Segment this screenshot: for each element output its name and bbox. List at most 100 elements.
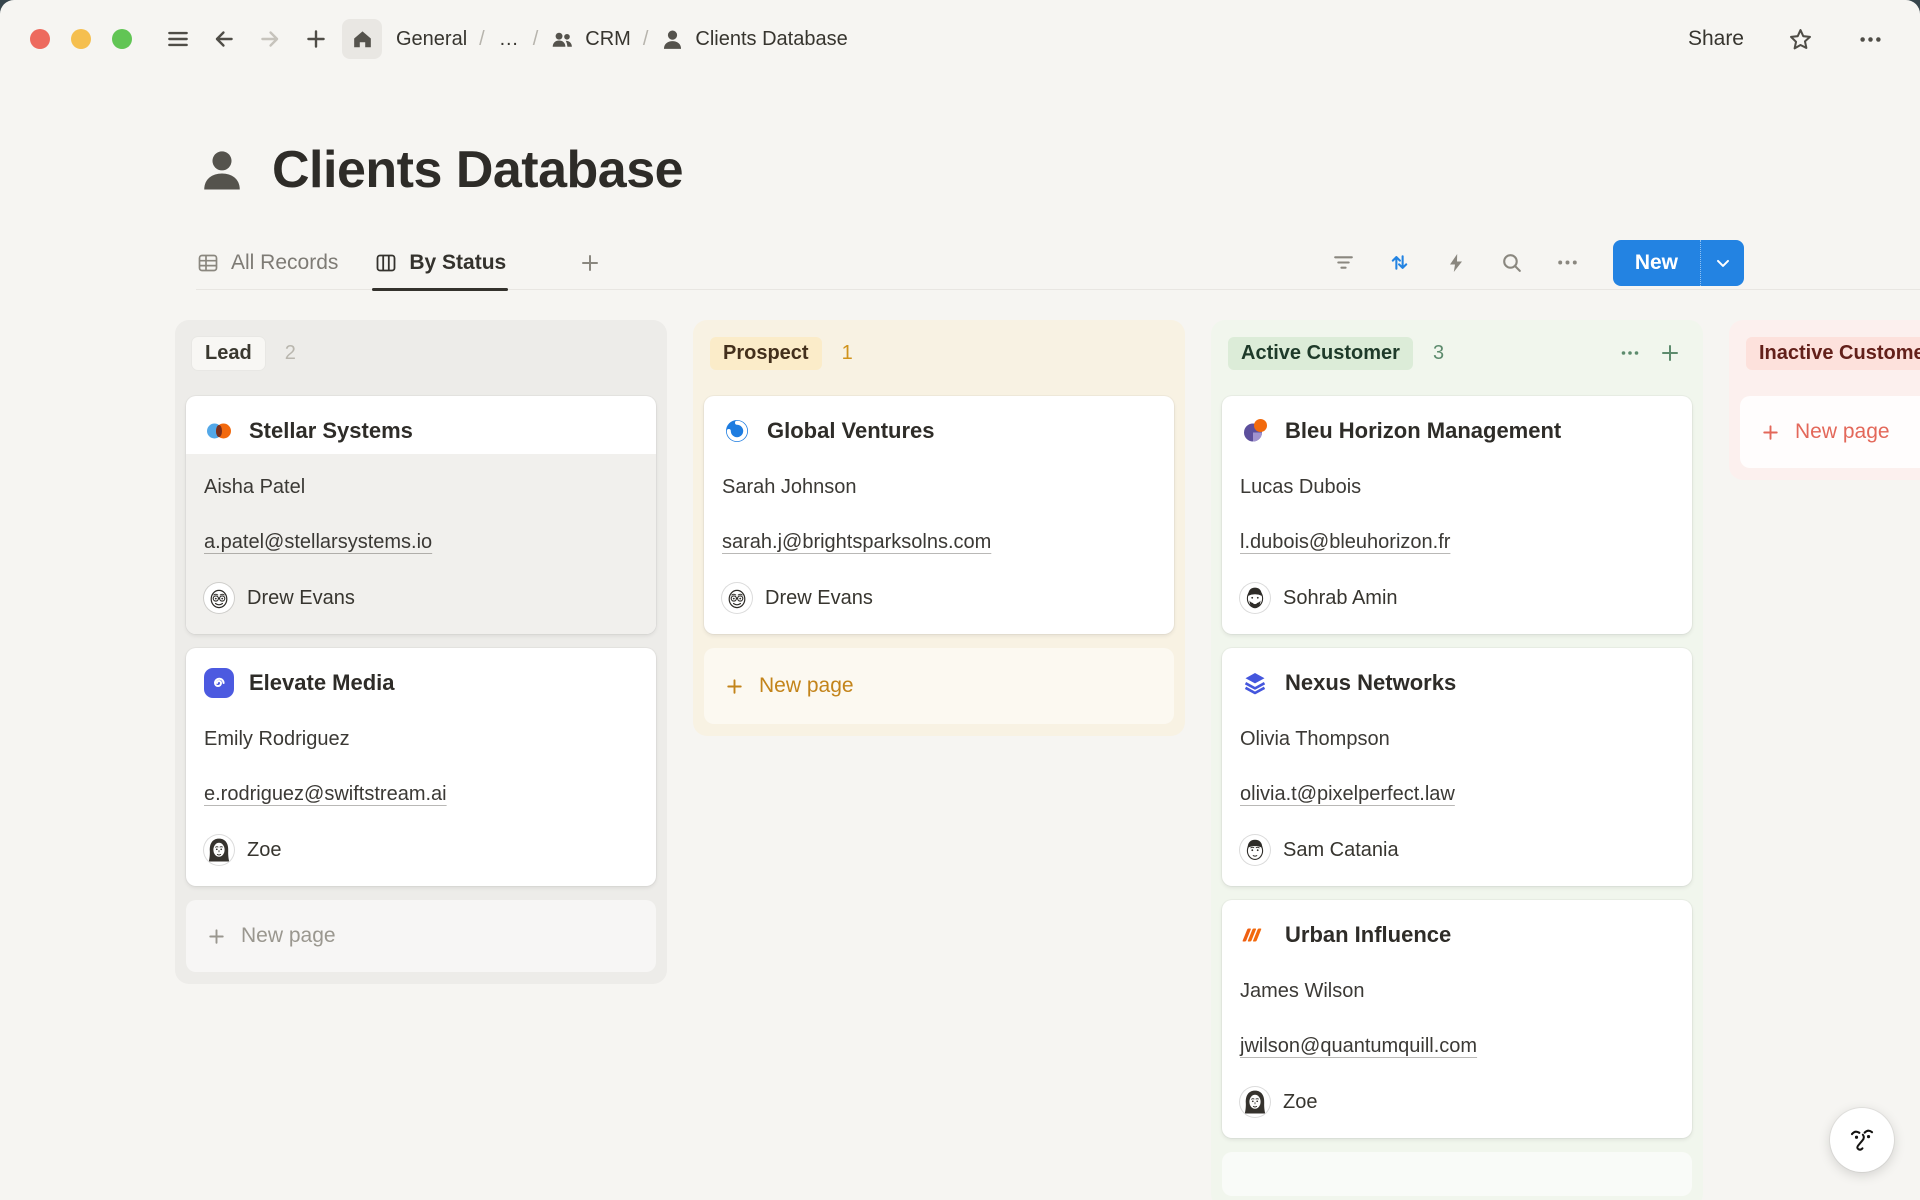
- breadcrumb-item-crm[interactable]: CRM: [550, 27, 631, 52]
- column-count: 3: [1433, 342, 1444, 365]
- minimize-window-button[interactable]: [71, 29, 91, 49]
- card-email[interactable]: a.patel@stellarsystems.io: [204, 515, 638, 570]
- card-email[interactable]: jwilson@quantumquill.com: [1240, 1019, 1674, 1074]
- topbar-actions: Share: [1682, 19, 1890, 59]
- plus-icon: [1658, 341, 1682, 365]
- card-urban-influence[interactable]: Urban Influence James Wilson jwilson@qua…: [1222, 900, 1692, 1138]
- card-owner: Sohrab Amin: [1240, 570, 1674, 616]
- card-stellar-systems[interactable]: Stellar Systems Aisha Patel a.patel@stel…: [186, 396, 656, 634]
- breadcrumb-item-clients-database[interactable]: Clients Database: [660, 27, 847, 52]
- breadcrumb-label: Clients Database: [695, 28, 847, 51]
- star-icon: [1787, 26, 1814, 53]
- zoom-window-button[interactable]: [112, 29, 132, 49]
- status-badge[interactable]: Active Customer: [1228, 337, 1413, 370]
- avatar: [204, 835, 234, 865]
- breadcrumb-separator: /: [643, 28, 649, 51]
- card-contact: Emily Rodriguez: [204, 712, 638, 767]
- card-contact: Lucas Dubois: [1240, 460, 1674, 515]
- card-bleu-horizon-management[interactable]: Bleu Horizon Management Lucas Dubois l.d…: [1222, 396, 1692, 634]
- search-icon: [1499, 250, 1524, 275]
- avatar: [1240, 835, 1270, 865]
- card-contact: Aisha Patel: [204, 460, 638, 515]
- home-icon: [350, 27, 375, 52]
- views-toolbar-row: All Records By Status: [196, 236, 1920, 290]
- avatar: [1240, 583, 1270, 613]
- view-tabs: All Records By Status: [196, 236, 610, 289]
- card-owner: Drew Evans: [722, 570, 1156, 616]
- card-global-ventures[interactable]: Global Ventures Sarah Johnson sarah.j@br…: [704, 396, 1174, 634]
- card-company: Stellar Systems: [249, 416, 413, 446]
- new-page-button-partial[interactable]: [1222, 1152, 1692, 1196]
- favorite-button[interactable]: [1780, 19, 1820, 59]
- card-properties: James Wilson jwilson@quantumquill.com Zo…: [1222, 958, 1692, 1138]
- filter-icon: [1331, 250, 1356, 275]
- board-column-active-customer: Active Customer 3 Bleu Horizon Managemen…: [1211, 320, 1703, 1200]
- table-view-icon: [196, 251, 220, 275]
- board-view-icon: [374, 251, 398, 275]
- back-icon: [211, 26, 237, 52]
- new-tab-plus-icon: [303, 26, 329, 52]
- filter-button[interactable]: [1323, 242, 1365, 284]
- card-owner: Zoe: [1240, 1074, 1674, 1120]
- traffic-lights: [30, 29, 132, 49]
- home-button[interactable]: [342, 19, 382, 59]
- card-email[interactable]: sarah.j@brightsparksolns.com: [722, 515, 1156, 570]
- card-owner: Sam Catania: [1240, 822, 1674, 868]
- new-page-button[interactable]: New page: [186, 900, 656, 972]
- column-add-button[interactable]: [1654, 337, 1686, 369]
- new-tab-button[interactable]: [296, 19, 336, 59]
- column-header: Inactive Customer: [1740, 332, 1920, 372]
- board-column-inactive-customer: Inactive Customer New page: [1729, 320, 1920, 480]
- tab-label: By Status: [409, 251, 506, 275]
- automations-button[interactable]: [1435, 242, 1477, 284]
- forward-icon: [257, 26, 283, 52]
- blue-spiral-icon: [204, 668, 234, 698]
- page-title: Clients Database: [272, 140, 683, 200]
- board-column-prospect: Prospect 1 Global Ventures Sarah Johnson…: [693, 320, 1185, 736]
- board-column-lead: Lead 2 Stellar Systems Aisha Patel a.pat…: [175, 320, 667, 984]
- new-record-dropdown[interactable]: [1700, 240, 1744, 286]
- card-elevate-media[interactable]: Elevate Media Emily Rodriguez e.rodrigue…: [186, 648, 656, 886]
- avatar: [1240, 1087, 1270, 1117]
- card-email[interactable]: olivia.t@pixelperfect.law: [1240, 767, 1674, 822]
- ai-face-icon: [1843, 1121, 1881, 1159]
- card-email[interactable]: l.dubois@bleuhorizon.fr: [1240, 515, 1674, 570]
- chevron-down-icon: [1713, 253, 1733, 273]
- venn-circles-icon: [204, 416, 234, 446]
- column-header: Lead 2: [186, 332, 656, 372]
- card-properties: Aisha Patel a.patel@stellarsystems.io Dr…: [186, 454, 656, 634]
- new-record-button[interactable]: New: [1613, 240, 1744, 286]
- column-options-button[interactable]: [1614, 337, 1646, 369]
- more-options-button[interactable]: [1850, 19, 1890, 59]
- tab-all-records[interactable]: All Records: [196, 236, 338, 289]
- breadcrumb-separator: /: [533, 28, 539, 51]
- sidebar-toggle-button[interactable]: [158, 19, 198, 59]
- new-page-button[interactable]: New page: [1740, 396, 1920, 468]
- close-window-button[interactable]: [30, 29, 50, 49]
- status-badge[interactable]: Lead: [192, 337, 265, 370]
- card-email[interactable]: e.rodriguez@swiftstream.ai: [204, 767, 638, 822]
- sort-button[interactable]: [1379, 242, 1421, 284]
- view-options-button[interactable]: [1547, 242, 1589, 284]
- column-count: 2: [285, 342, 296, 365]
- card-company: Urban Influence: [1285, 920, 1451, 950]
- notion-ai-button[interactable]: [1830, 1108, 1894, 1172]
- status-badge[interactable]: Prospect: [710, 337, 822, 370]
- breadcrumb-item-general[interactable]: General: [396, 28, 467, 51]
- share-button[interactable]: Share: [1682, 26, 1750, 52]
- card-company: Nexus Networks: [1285, 668, 1456, 698]
- card-nexus-networks[interactable]: Nexus Networks Olivia Thompson olivia.t@…: [1222, 648, 1692, 886]
- back-button[interactable]: [204, 19, 244, 59]
- add-view-button[interactable]: [570, 243, 610, 283]
- status-badge[interactable]: Inactive Customer: [1746, 337, 1920, 370]
- page-header: Clients Database: [196, 140, 1920, 200]
- card-properties: Lucas Dubois l.dubois@bleuhorizon.fr Soh…: [1222, 454, 1692, 634]
- card-company: Bleu Horizon Management: [1285, 416, 1561, 446]
- new-page-button[interactable]: New page: [704, 648, 1174, 724]
- forward-button[interactable]: [250, 19, 290, 59]
- card-properties: Emily Rodriguez e.rodriguez@swiftstream.…: [186, 706, 656, 886]
- search-button[interactable]: [1491, 242, 1533, 284]
- owner-name: Zoe: [1283, 1091, 1317, 1114]
- breadcrumb-collapsed-button[interactable]: …: [497, 28, 521, 51]
- tab-by-status[interactable]: By Status: [374, 236, 506, 289]
